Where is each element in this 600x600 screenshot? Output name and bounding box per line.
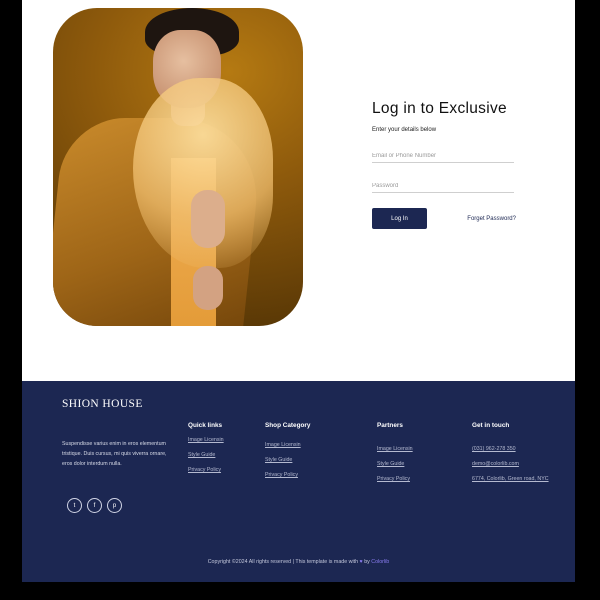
footer-link[interactable]: Style Guide	[188, 452, 224, 458]
footer-link[interactable]: Style Guide	[377, 461, 413, 467]
footer-link[interactable]: Image Licensin	[377, 446, 413, 452]
page: Log in to Exclusive Enter your details b…	[22, 0, 575, 582]
login-actions: Log In Forget Password?	[372, 208, 516, 229]
footer-heading: Get in touch	[472, 422, 510, 429]
footer-quick-links: Quick links Image Licensin Style Guide P…	[188, 422, 224, 473]
twitter-icon[interactable]: t	[67, 498, 82, 513]
copyright: Copyright ©2024 All rights reserved | Th…	[207, 559, 390, 565]
password-field[interactable]	[372, 181, 514, 193]
hero-image	[53, 8, 303, 326]
email-link[interactable]: demo@colorlib.com	[472, 461, 549, 467]
footer-link[interactable]: Image Licensin	[265, 442, 310, 448]
footer-link[interactable]: Privacy Policy	[377, 476, 413, 482]
footer-link[interactable]: Image Licensin	[188, 437, 224, 443]
footer-contact: Get in touch (031) 962-278 350 demo@colo…	[472, 422, 549, 482]
login-title: Log in to Exclusive	[372, 100, 507, 117]
social-links: t f p	[67, 498, 122, 513]
footer-heading: Partners	[377, 422, 403, 429]
footer-heading: Shop Category	[265, 422, 311, 429]
footer-shop-category: Shop Category Image Licensin Style Guide…	[265, 422, 310, 478]
facebook-icon[interactable]: f	[87, 498, 102, 513]
footer-heading: Quick links	[188, 422, 223, 429]
pinterest-icon[interactable]: p	[107, 498, 122, 513]
footer: SHION HOUSE Suspendisse varius enim in e…	[22, 381, 575, 582]
phone-link[interactable]: (031) 962-278 350	[472, 446, 549, 452]
login-button[interactable]: Log In	[372, 208, 427, 229]
footer-brand: SHION HOUSE	[62, 398, 143, 410]
footer-link[interactable]: Privacy Policy	[188, 467, 224, 473]
login-form: Log in to Exclusive Enter your details b…	[372, 100, 542, 229]
footer-about: Suspendisse varius enim in eros elementu…	[62, 441, 167, 467]
footer-link[interactable]: Privacy Policy	[265, 472, 310, 478]
footer-partners: Partners Image Licensin Style Guide Priv…	[377, 422, 413, 482]
login-subtitle: Enter your details below	[372, 127, 437, 133]
footer-link[interactable]: Style Guide	[265, 457, 310, 463]
forgot-password-link[interactable]: Forget Password?	[467, 216, 516, 222]
address-link[interactable]: 6774, Colorlib, Green road, NYC	[472, 476, 549, 482]
colorlib-link[interactable]: Colorlib	[371, 559, 389, 565]
heart-icon: ♥	[359, 559, 363, 565]
email-field[interactable]	[372, 151, 514, 163]
